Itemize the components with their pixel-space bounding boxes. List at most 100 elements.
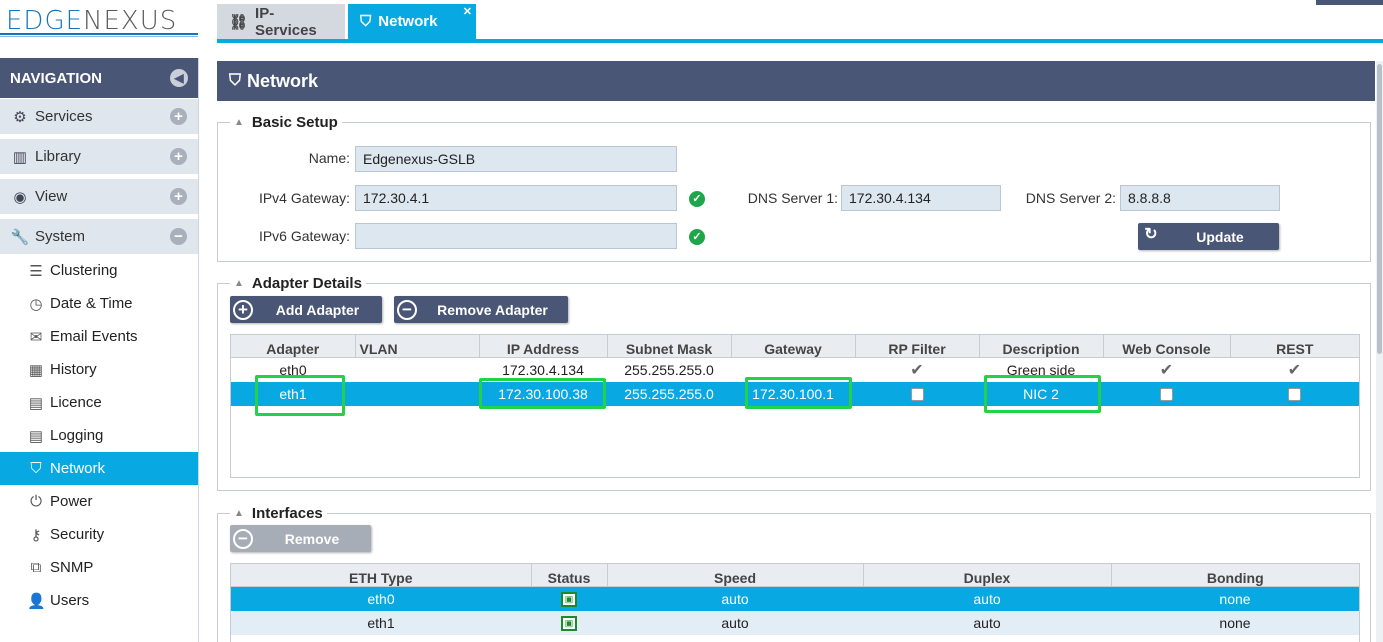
link-up-icon: ▣ — [561, 592, 577, 608]
panel-header: ⛉ Network — [217, 61, 1375, 101]
update-button[interactable]: ↻ Update — [1138, 223, 1279, 250]
column-header-speed[interactable]: Speed — [607, 564, 864, 587]
cell-subnet-mask: 255.255.255.0 — [607, 381, 731, 406]
rest-checkbox[interactable] — [1288, 388, 1301, 402]
sidebar-item-security[interactable]: ⚷ Security — [0, 518, 198, 551]
sidebar-item-email-events[interactable]: ✉ Email Events — [0, 320, 198, 353]
sidebar-item-licence[interactable]: ▤ Licence — [0, 386, 198, 419]
column-header-adapter[interactable]: Adapter — [231, 335, 356, 358]
minus-circle-icon: − — [397, 299, 417, 320]
column-header-subnet-mask[interactable]: Subnet Mask — [607, 335, 732, 358]
tab-ip-services[interactable]: ⛓ IP-Services — [217, 4, 345, 39]
column-header-description[interactable]: Description — [979, 335, 1104, 358]
sidebar-item-clustering[interactable]: ☰ Clustering — [0, 254, 198, 287]
valid-check-icon: ✓ — [689, 229, 705, 245]
scrollbar-thumb[interactable] — [1377, 64, 1382, 354]
column-header-ip-address[interactable]: IP Address — [479, 335, 608, 358]
clock-icon: ◷ — [29, 295, 43, 313]
basic-setup-legend[interactable]: ▲ Basic Setup — [230, 114, 342, 131]
name-field[interactable]: Edgenexus-GSLB — [355, 146, 677, 172]
tab-label: IP-Services — [255, 4, 317, 39]
checkmark-icon[interactable]: ✔ — [910, 360, 923, 380]
add-adapter-button[interactable]: + Add Adapter — [230, 296, 382, 323]
column-header-gateway[interactable]: Gateway — [731, 335, 856, 358]
cell-rp-filter — [855, 381, 979, 406]
logo-underline-thin — [0, 36, 198, 37]
column-header-duplex[interactable]: Duplex — [863, 564, 1112, 587]
sidebar-item-date-time[interactable]: ◷ Date & Time — [0, 287, 198, 320]
sidebar-item-label: Network — [50, 460, 106, 477]
ipv4-gateway-label: IPv4 Gateway: — [258, 190, 350, 206]
plus-circle-icon: + — [233, 299, 253, 320]
web-console-checkbox[interactable] — [1160, 388, 1173, 402]
basic-setup-section: ▲ Basic Setup Name: Edgenexus-GSLB IPv4 … — [217, 114, 1371, 262]
checkmark-icon[interactable]: ✔ — [1160, 360, 1173, 380]
cell-vlan — [355, 358, 479, 382]
sidebar-item-label: Clustering — [50, 262, 118, 279]
button-label: Remove — [284, 530, 340, 547]
column-header-web-console[interactable]: Web Console — [1103, 335, 1231, 358]
sidebar-item-snmp[interactable]: ⧉ SNMP — [0, 551, 198, 584]
ipv6-gateway-field[interactable] — [355, 223, 677, 249]
network-port-icon: ⛉ — [360, 13, 372, 30]
cell-status: ▣ — [531, 610, 607, 635]
nav-group-services[interactable]: ⚙ Services + — [0, 98, 198, 134]
column-header-rest[interactable]: REST — [1230, 335, 1359, 358]
remove-interface-button[interactable]: − Remove — [230, 525, 371, 552]
link-up-icon: ▣ — [561, 615, 577, 631]
adapter-details-legend[interactable]: ▲ Adapter Details — [230, 275, 366, 292]
nav-group-system[interactable]: 🔧 System − — [0, 218, 198, 254]
table-row[interactable]: eth1 ▣ auto auto none — [231, 610, 1359, 635]
snmp-icon: ⧉ — [30, 559, 42, 576]
close-tab-icon[interactable]: ✕ — [463, 5, 472, 18]
table-row-selected[interactable]: eth0 ▣ auto auto none — [231, 586, 1359, 611]
highlight-description — [984, 375, 1101, 413]
collapse-icon[interactable]: − — [170, 228, 187, 245]
name-label: Name: — [308, 150, 350, 166]
remove-adapter-button[interactable]: − Remove Adapter — [394, 296, 568, 323]
highlight-ip-address — [479, 378, 606, 409]
server-stack-icon: ☰ — [29, 262, 43, 280]
expand-icon[interactable]: + — [170, 188, 187, 205]
checkmark-icon[interactable]: ✔ — [1288, 360, 1301, 380]
column-header-status[interactable]: Status — [531, 564, 608, 587]
highlight-gateway — [745, 377, 852, 409]
cell-rest — [1230, 381, 1359, 406]
rp-filter-checkbox[interactable] — [910, 388, 924, 402]
column-header-bonding[interactable]: Bonding — [1111, 564, 1359, 587]
minus-circle-icon: − — [233, 528, 253, 549]
power-icon: ⏻ — [30, 493, 42, 510]
collapse-sidebar-icon[interactable]: ◀ — [170, 69, 188, 87]
ipv4-gateway-field[interactable]: 172.30.4.1 — [355, 185, 677, 211]
cell-rp-filter: ✔ — [855, 358, 979, 382]
nav-group-label: View — [35, 188, 68, 205]
logo-part-nexus: NEXUS — [83, 6, 178, 36]
interfaces-legend[interactable]: ▲ Interfaces — [230, 505, 327, 522]
column-header-rp-filter[interactable]: RP Filter — [855, 335, 980, 358]
nav-group-library[interactable]: ▥ Library + — [0, 138, 198, 174]
refresh-icon: ↻ — [1144, 225, 1158, 243]
tab-label: Network — [378, 13, 438, 30]
sidebar-item-label: Email Events — [50, 328, 138, 345]
licence-icon: ▤ — [28, 394, 44, 412]
tab-network[interactable]: ⛉ Network ✕ — [348, 4, 476, 39]
sidebar-item-logging[interactable]: ▤ Logging — [0, 419, 198, 452]
cell-bonding: none — [1111, 586, 1359, 611]
dns-server-2-field[interactable]: 8.8.8.8 — [1120, 185, 1280, 211]
sidebar-item-network[interactable]: ⛉ Network — [0, 452, 198, 485]
expand-icon[interactable]: + — [170, 148, 187, 165]
sidebar-item-label: Date & Time — [50, 295, 133, 312]
eye-icon: ◉ — [13, 188, 27, 206]
sidebar-item-history[interactable]: ▦ History — [0, 353, 198, 386]
expand-icon[interactable]: + — [170, 108, 187, 125]
dns-server-1-field[interactable]: 172.30.4.134 — [841, 185, 1001, 211]
sidebar-item-label: SNMP — [50, 559, 94, 576]
cell-status: ▣ — [531, 586, 607, 611]
button-label: Add Adapter — [275, 301, 360, 318]
sidebar-item-power[interactable]: ⏻ Power — [0, 485, 198, 518]
nav-group-view[interactable]: ◉ View + — [0, 178, 198, 214]
column-header-eth-type[interactable]: ETH Type — [231, 564, 532, 587]
column-header-vlan[interactable]: VLAN — [355, 335, 480, 358]
sidebar-item-users[interactable]: 👤 Users — [0, 584, 198, 617]
collapse-triangle-icon: ▲ — [234, 508, 244, 519]
